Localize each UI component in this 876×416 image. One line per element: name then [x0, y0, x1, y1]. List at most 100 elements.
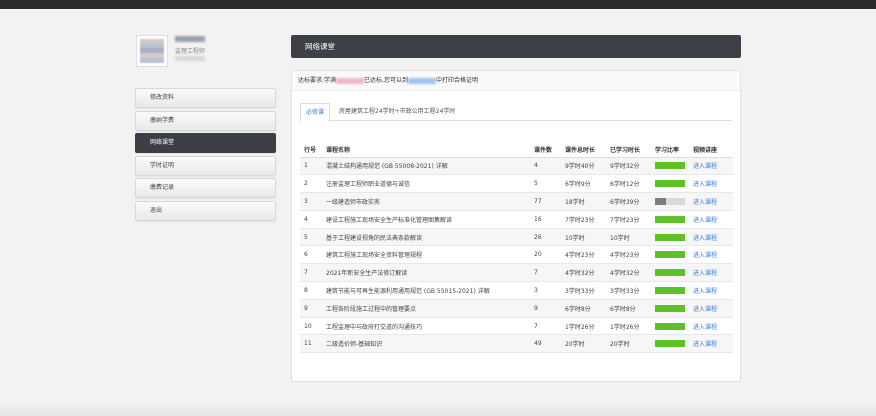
cell-count: 49	[530, 334, 561, 354]
enter-course-link[interactable]: 进入课程	[693, 252, 717, 259]
cell-count: 20	[530, 245, 561, 265]
table-header-row: 行号 课程名称 课件数 课件总时长 已学习时长 学习比率 视频讲座	[300, 142, 733, 158]
cell-count: 4	[530, 157, 561, 176]
sidebar-item-payment-records[interactable]: 缴费记录	[135, 178, 276, 198]
course-table: 行号 课程名称 课件数 课件总时长 已学习时长 学习比率 视频讲座 1 混凝土结构…	[300, 142, 733, 354]
cell-count: 3	[530, 281, 561, 300]
table-row: 3 一级建造师市政实务 77 18学时 6学时39分 进入课程	[300, 192, 733, 211]
cell-ratio	[651, 263, 689, 283]
cell-row-no: 1	[300, 157, 322, 176]
cell-video: 进入课程	[689, 192, 733, 211]
enter-course-link[interactable]: 进入课程	[693, 199, 717, 206]
enter-course-link[interactable]: 进入课程	[693, 288, 717, 295]
sidebar-item-edit-profile[interactable]: 修改资料	[135, 88, 276, 108]
cell-row-no: 6	[300, 245, 322, 265]
table-row: 7 2021年新安全生产法修订解读 7 4学时32分 4学时32分 进入课程	[300, 263, 733, 283]
cell-course-name: 注册监理工程师职业道德与诚信	[322, 174, 530, 194]
cell-row-no: 5	[300, 228, 322, 247]
cell-count: 9	[530, 299, 561, 318]
table-row: 1 混凝土结构通用规范 (GB 55008-2021) 详解 4 9学时40分 9学时3…	[300, 157, 733, 176]
user-role: 监理工程师	[175, 48, 206, 55]
sidebar-item-online-class[interactable]: 网络课堂	[135, 133, 276, 153]
cell-video: 进入课程	[689, 174, 733, 194]
cell-row-no: 3	[300, 192, 322, 211]
completion-notice: 达标要求:学满 已达标,您可以到 中打印合格证明	[292, 71, 740, 91]
notice-suffix: 中打印合格证明	[435, 77, 478, 84]
notice-mid: 已达标,您可以到	[364, 77, 408, 84]
cell-ratio	[651, 245, 689, 265]
progress-fill	[655, 162, 685, 170]
enter-course-link[interactable]: 进入课程	[693, 181, 717, 188]
user-profile: 监理工程师	[136, 33, 276, 73]
user-info-redacted	[175, 56, 205, 61]
cell-video: 进入课程	[689, 245, 733, 265]
cell-count: 16	[530, 210, 561, 229]
cell-video: 进入课程	[689, 317, 733, 336]
cell-video: 进入课程	[689, 210, 733, 229]
cell-ratio	[651, 281, 689, 300]
tab-required[interactable]: 必修课	[300, 103, 331, 122]
col-header-count: 课件数	[530, 142, 561, 158]
course-tabs: 必修课 房屋建筑工程24学时+市政公用工程24学时	[300, 103, 732, 122]
enter-course-link[interactable]: 进入课程	[693, 341, 717, 348]
progress-bar	[655, 269, 685, 277]
progress-bar	[655, 304, 685, 312]
cell-video: 进入课程	[689, 263, 733, 283]
page-footer-area	[0, 402, 876, 416]
tab-building-municipal[interactable]: 房屋建筑工程24学时+市政公用工程24学时	[334, 103, 460, 121]
enter-course-link[interactable]: 进入课程	[693, 217, 717, 224]
sidebar-item-pay-tuition[interactable]: 缴纳学费	[135, 110, 276, 131]
progress-bar	[655, 233, 685, 241]
table-row: 9 工程各阶段施工过程中的管理要点 9 6学时8分 6学时8分 进入课程	[300, 299, 733, 318]
sidebar-menu: 修改资料 缴纳学费 网络课堂 学时证明 缴费记录 退出	[135, 88, 276, 223]
cell-learned-duration: 3学时33分	[606, 281, 651, 300]
table-row: 5 基于工程建设视角的民法典条款解读 26 10学时 10学时 进入课程	[300, 228, 733, 247]
top-bar	[0, 0, 876, 9]
progress-fill	[655, 269, 685, 277]
cell-total-duration: 20学时	[561, 334, 606, 354]
cell-ratio	[651, 157, 689, 176]
redacted-link[interactable]	[407, 77, 436, 84]
cell-course-name: 一级建造师市政实务	[322, 192, 530, 211]
cell-count: 7	[530, 317, 561, 336]
cell-count: 26	[530, 228, 561, 247]
table-row: 11 二级造价师-基础知识 49 20学时 20学时 进入课程	[300, 334, 733, 354]
table-row: 10 工程监理中与政府打交道的沟通技巧 7 1学时26分 1学时26分 进入课程	[300, 317, 733, 336]
cell-course-name: 建筑工程施工现场安全资料管理规程	[322, 245, 530, 265]
cell-row-no: 4	[300, 210, 322, 229]
enter-course-link[interactable]: 进入课程	[693, 235, 717, 242]
col-header-row-no: 行号	[300, 142, 322, 158]
cell-row-no: 2	[300, 174, 322, 194]
enter-course-link[interactable]: 进入课程	[693, 306, 717, 313]
cell-ratio	[651, 210, 689, 229]
progress-fill	[655, 322, 685, 330]
enter-course-link[interactable]: 进入课程	[693, 270, 717, 277]
cell-course-name: 2021年新安全生产法修订解读	[322, 263, 530, 283]
cell-learned-duration: 7学时23分	[606, 210, 651, 229]
progress-bar	[655, 215, 685, 223]
cell-total-duration: 9学时40分	[561, 157, 606, 176]
sidebar-item-credit-certificate[interactable]: 学时证明	[135, 155, 276, 176]
sidebar-item-logout[interactable]: 退出	[135, 200, 276, 221]
cell-course-name: 二级造价师-基础知识	[322, 334, 530, 354]
cell-learned-duration: 4学时32分	[606, 263, 651, 283]
enter-course-link[interactable]: 进入课程	[693, 324, 717, 331]
col-header-course-name: 课程名称	[322, 142, 530, 158]
cell-course-name: 建设工程施工现场安全生产标准化管理图集解读	[322, 210, 530, 229]
progress-fill	[655, 197, 667, 205]
col-header-ratio: 学习比率	[651, 142, 689, 158]
cell-total-duration: 7学时23分	[561, 210, 606, 229]
cell-row-no: 11	[300, 334, 322, 354]
cell-video: 进入课程	[689, 299, 733, 318]
progress-bar	[655, 340, 685, 348]
progress-fill	[655, 251, 685, 259]
avatar	[136, 35, 168, 67]
cell-course-name: 建筑节能与可再生能源利用通用规范 (GB 55015-2021) 详解	[322, 281, 530, 300]
progress-bar	[655, 197, 685, 205]
cell-ratio	[651, 228, 689, 247]
enter-course-link[interactable]: 进入课程	[693, 163, 717, 170]
page-title: 网络课堂	[291, 35, 741, 58]
cell-course-name: 工程监理中与政府打交道的沟通技巧	[322, 317, 530, 336]
cell-row-no: 8	[300, 281, 322, 300]
cell-ratio	[651, 299, 689, 318]
